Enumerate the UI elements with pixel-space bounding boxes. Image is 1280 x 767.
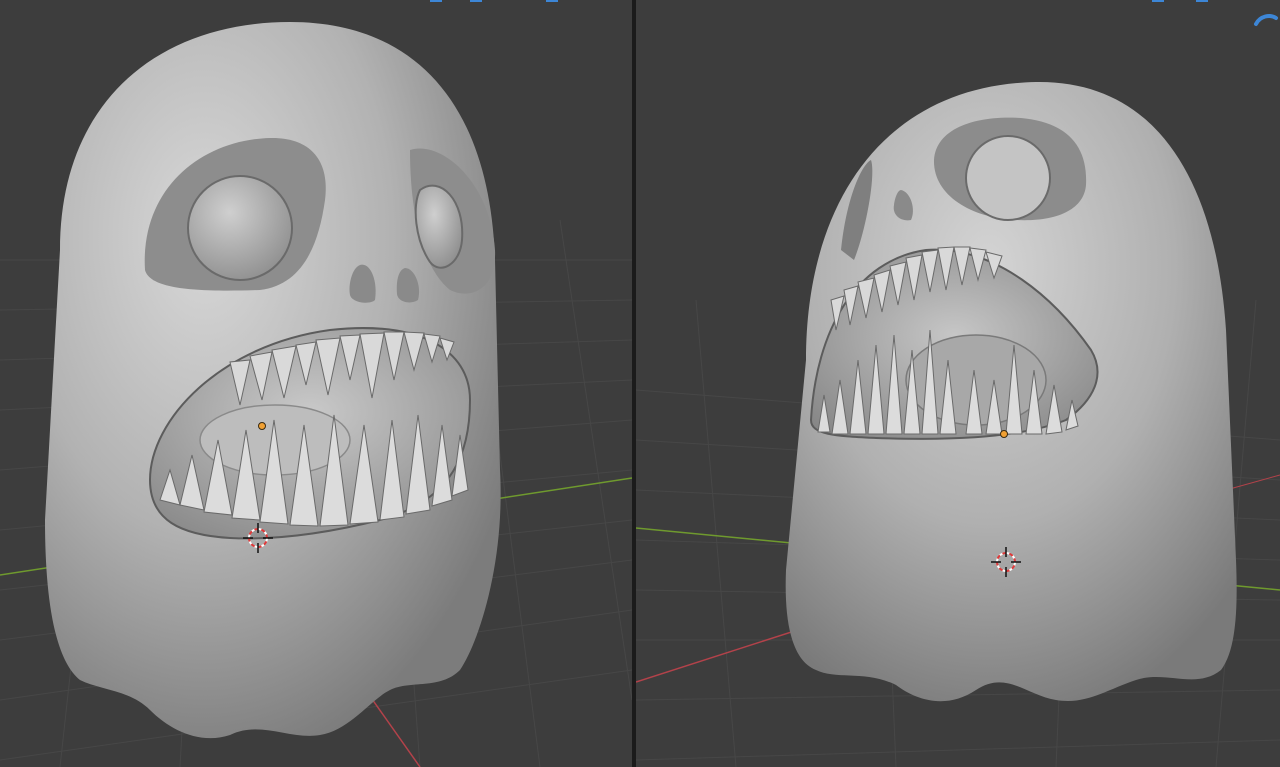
header-accent-right [1152,0,1164,2]
ghost-model[interactable] [45,22,501,739]
object-origin-icon[interactable] [1000,430,1008,438]
viewport-right[interactable] [636,0,1280,767]
eyeball-left [187,175,293,281]
viewport-left[interactable] [0,0,632,767]
viewport-left-scene[interactable] [0,0,632,767]
header-accent-left-2 [470,0,482,2]
header-accent-right-2 [1196,0,1208,2]
viewport-right-scene[interactable] [636,0,1280,767]
navigation-gizmo-icon[interactable] [1254,14,1278,26]
header-accent-left [430,0,442,2]
header-accent-left-3 [546,0,558,2]
eyeball [965,135,1051,221]
object-origin-icon[interactable] [258,422,266,430]
ghost-model[interactable] [785,81,1237,702]
